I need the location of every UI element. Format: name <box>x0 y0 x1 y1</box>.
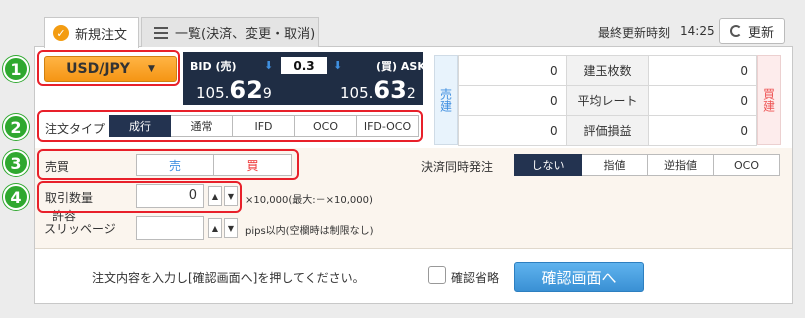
slippage-down-button[interactable]: ▼ <box>224 218 238 238</box>
table-row: 0 建玉枚数 0 <box>458 55 757 86</box>
highlight-box-4 <box>37 181 242 213</box>
bid-price-big: 62 <box>229 76 263 104</box>
highlight-box-1 <box>37 50 180 86</box>
slippage-label: 許容 スリッページ <box>44 210 116 236</box>
bid-price-int: 105. <box>196 84 230 102</box>
highlight-box-2 <box>37 110 423 142</box>
quantity-note: ×10,000(最大:－×10,000) <box>245 195 373 206</box>
instruction-text: 注文内容を入力し[確認画面へ]を押してください。 <box>92 271 365 285</box>
highlight-box-3 <box>37 149 299 180</box>
buy-position-header: 買建 <box>757 55 781 145</box>
bid-label: BID (売) <box>190 60 237 73</box>
row-label-count: 建玉枚数 <box>565 55 650 86</box>
divider <box>35 248 792 249</box>
settle-stop[interactable]: 逆指値 <box>648 154 714 176</box>
skip-confirm-checkbox[interactable] <box>428 266 446 284</box>
last-update-label: 最終更新時刻 <box>598 26 671 40</box>
check-icon: ✓ <box>53 25 69 41</box>
annotation-badge-1: 1 <box>3 56 29 82</box>
tab-new-order-label: 新規注文 <box>75 27 128 43</box>
ask-price-sub: 2 <box>406 86 416 102</box>
refresh-button[interactable]: 更新 <box>719 18 785 44</box>
buy-count: 0 <box>648 55 757 86</box>
position-table: 0 建玉枚数 0 0 平均レート 0 0 評価損益 0 <box>458 55 757 146</box>
settle-limit[interactable]: 指値 <box>582 154 648 176</box>
buy-pnl: 0 <box>648 115 757 146</box>
annotation-badge-2: 2 <box>3 114 29 140</box>
bid-price-sub: 9 <box>262 86 272 102</box>
sell-pnl: 0 <box>458 115 567 146</box>
skip-confirm-label: 確認省略 <box>451 271 500 285</box>
settle-order-selector: しない 指値 逆指値 OCO <box>514 154 780 176</box>
annotation-badge-4: 4 <box>3 184 29 210</box>
refresh-label: 更新 <box>747 25 774 41</box>
confirm-button[interactable]: 確認画面へ <box>514 262 644 292</box>
row-label-avg-rate: 平均レート <box>565 85 650 116</box>
refresh-icon <box>729 25 742 37</box>
ask-label: (買) ASK <box>376 60 426 73</box>
sell-avg-rate: 0 <box>458 85 567 116</box>
table-row: 0 平均レート 0 <box>458 85 757 116</box>
slippage-input[interactable] <box>136 216 204 240</box>
slippage-up-button[interactable]: ▲ <box>208 218 222 238</box>
settle-order-label: 決済同時発注 <box>421 160 494 174</box>
ask-down-arrow-icon: ⬇ <box>333 59 343 72</box>
bid-price[interactable]: 105.629 <box>196 76 272 104</box>
slippage-label-line2: スリッページ <box>44 222 116 236</box>
tab-new-order[interactable]: ✓ 新規注文 <box>44 17 139 48</box>
last-update-time: 14:25 <box>680 24 715 38</box>
slippage-note: pips以内(空欄時は制限なし) <box>245 226 374 237</box>
row-label-pnl: 評価損益 <box>565 115 650 146</box>
tab-order-list-label: 一覧(決済、変更・取消) <box>175 27 316 42</box>
table-row: 0 評価損益 0 <box>458 115 757 146</box>
sell-position-header: 売建 <box>434 55 458 145</box>
ask-price-big: 63 <box>373 76 407 104</box>
tab-order-list[interactable]: 一覧(決済、変更・取消) <box>141 17 319 47</box>
sell-count: 0 <box>458 55 567 86</box>
buy-avg-rate: 0 <box>648 85 757 116</box>
ask-price[interactable]: 105.632 <box>340 76 416 104</box>
ask-price-int: 105. <box>340 84 374 102</box>
settle-oco[interactable]: OCO <box>714 154 780 176</box>
list-icon <box>154 26 168 39</box>
spread-value: 0.3 <box>281 57 327 74</box>
bid-down-arrow-icon: ⬇ <box>264 59 274 72</box>
settle-none[interactable]: しない <box>514 154 582 176</box>
annotation-badge-3: 3 <box>3 150 29 176</box>
